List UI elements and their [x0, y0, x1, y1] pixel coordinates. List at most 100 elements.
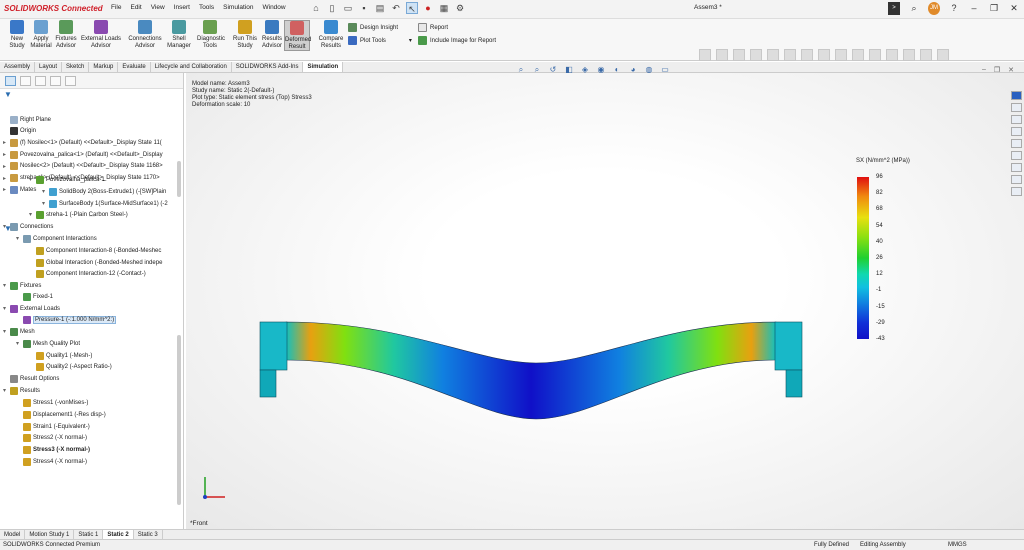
sim-tree-item[interactable]: ▾ Connections — [3, 222, 53, 231]
sim-tree-item[interactable]: ▾ Fixtures — [3, 281, 41, 290]
sim-tree-item[interactable]: Result Options — [3, 374, 59, 383]
expand-arrow-icon[interactable]: ▾ — [3, 282, 8, 289]
plot-tools-button[interactable]: Plot Tools ▾ — [348, 36, 412, 45]
sim-tree-item[interactable]: Global Interaction (-Bonded-Meshed indep… — [29, 258, 162, 267]
menu-edit[interactable]: Edit — [130, 4, 141, 11]
expand-arrow-icon[interactable]: ▾ — [42, 200, 47, 207]
expand-arrow-icon[interactable]: ▾ — [29, 211, 34, 218]
hide-show-icon[interactable]: ◐ — [612, 65, 622, 75]
sim-tree-scrollbar[interactable] — [177, 335, 181, 505]
sim-tree-item[interactable]: Component Interaction-12 (-Contact-) — [29, 269, 146, 278]
filter-icon[interactable]: ▼ — [0, 89, 183, 99]
sim-tree-item[interactable]: Stress2 (-X normal-) — [16, 433, 87, 442]
tab-evaluate[interactable]: Evaluate — [118, 62, 151, 72]
expand-arrow-icon[interactable]: ▸ — [3, 186, 8, 193]
ribbon-button-3[interactable]: External Loads Advisor — [80, 20, 122, 49]
file-explorer-icon[interactable] — [1011, 115, 1022, 124]
ribbon-button-6[interactable]: Diagnostic Tools — [197, 20, 225, 49]
close-icon[interactable]: ✕ — [1008, 2, 1020, 15]
feature-tree-item[interactable]: ▸ Nosilec<2> (Default) <<Default>_Display… — [3, 162, 163, 171]
expand-arrow-icon[interactable]: ▸ — [3, 175, 8, 182]
stress-plot-model[interactable] — [256, 315, 816, 425]
ribbon-button-0[interactable]: New Study — [4, 20, 30, 49]
tab-static-3[interactable]: Static 3 — [134, 529, 163, 540]
close-icon[interactable]: ✕ — [1008, 66, 1014, 74]
sim-tree-item[interactable]: ▾ External Loads — [3, 304, 60, 313]
ribbon-button-9[interactable]: Deformed Result — [284, 20, 311, 51]
display-settings-icon[interactable]: ▭ — [660, 65, 670, 75]
feature-tree-item[interactable]: Origin — [3, 127, 36, 136]
feature-tree-item[interactable]: ▸ Povezovalna_palica<1> (Default) <<Defau… — [3, 150, 163, 159]
ribbon-button-4[interactable]: Connections Advisor — [126, 20, 164, 49]
sim-tree-item[interactable]: ▾ Povezovalna_palica-1 — [29, 175, 105, 184]
ribbon-button-5[interactable]: Shell Manager — [166, 20, 192, 49]
view-palette-icon[interactable] — [1011, 127, 1022, 136]
options-icon[interactable]: ⚙ — [454, 2, 466, 14]
design-library-icon[interactable] — [1011, 103, 1022, 112]
terminal-icon[interactable]: > — [888, 2, 900, 15]
expand-arrow-icon[interactable]: ▾ — [3, 328, 8, 335]
zoom-area-icon[interactable]: ⌕ — [532, 65, 542, 75]
sim-tree-item[interactable]: Stress1 (-vonMises-) — [16, 398, 88, 407]
library-icon[interactable] — [1011, 187, 1022, 196]
avatar[interactable]: JM — [928, 2, 940, 15]
zoom-to-fit-icon[interactable]: ⌕ — [516, 65, 526, 75]
sim-tree-item[interactable]: Displacement1 (-Res disp-) — [16, 410, 106, 419]
tab-addins[interactable]: SOLIDWORKS Add-Ins — [232, 62, 304, 72]
menu-tools[interactable]: Tools — [199, 4, 214, 11]
tab-simulation[interactable]: Simulation — [303, 62, 344, 72]
custom-properties-icon[interactable] — [1011, 151, 1022, 160]
help-icon[interactable]: ? — [948, 2, 960, 15]
sim-tree-item[interactable]: Fixed-1 — [16, 292, 53, 301]
dimxpert-tab-icon[interactable] — [50, 76, 61, 86]
feature-tree-item[interactable]: ▸ Mates — [3, 185, 36, 194]
minimize-icon[interactable]: – — [982, 66, 986, 74]
rebuild-icon[interactable]: ▦ — [438, 2, 450, 14]
appearances-icon[interactable] — [1011, 139, 1022, 148]
sim-tree-item[interactable]: Quality1 (-Mesh-) — [29, 351, 92, 360]
sim-tree-item[interactable]: ▾ Mesh — [3, 327, 35, 336]
menu-file[interactable]: File — [111, 4, 121, 11]
sim-tree-item[interactable]: ▾ Component Interactions — [16, 234, 97, 243]
feature-manager-tab-icon[interactable] — [5, 76, 16, 86]
sim-tree-item[interactable]: Component Interaction-8 (-Bonded-Meshec — [29, 246, 161, 255]
restore-icon[interactable]: ❐ — [994, 66, 1000, 74]
ribbon-button-10[interactable]: Compare Results — [318, 20, 344, 49]
ribbon-button-8[interactable]: Results Advisor — [259, 20, 285, 49]
expand-arrow-icon[interactable]: ▾ — [3, 387, 8, 394]
sim-tree-item[interactable]: ▾ SurfaceBody 1(Surface-MidSurface1) (-2 — [42, 199, 168, 208]
traffic-light-icon[interactable]: ● — [422, 2, 434, 14]
previous-view-icon[interactable]: ↺ — [548, 65, 558, 75]
display-manager-tab-icon[interactable] — [65, 76, 76, 86]
tab-lifecycle[interactable]: Lifecycle and Collaboration — [151, 62, 232, 72]
feature-tree-item[interactable]: ▸ (f) Nosilec<1> (Default) <<Default>_Dis… — [3, 138, 162, 147]
open-icon[interactable]: ▭ — [342, 2, 354, 14]
section-view-icon[interactable]: ◧ — [564, 65, 574, 75]
menu-window[interactable]: Window — [262, 4, 285, 11]
forum-icon[interactable] — [1011, 163, 1022, 172]
save-icon[interactable]: ▪ — [358, 2, 370, 14]
home-icon[interactable]: ⌂ — [310, 2, 322, 14]
tab-static-2[interactable]: Static 2 — [103, 529, 134, 540]
tab-static-1[interactable]: Static 1 — [74, 529, 104, 540]
sim-tree-item[interactable]: ▾ SolidBody 2(Boss-Extrude1) (-[SW]Plain — [42, 187, 166, 196]
expand-arrow-icon[interactable]: ▾ — [16, 235, 21, 242]
display-style-icon[interactable]: ◉ — [596, 65, 606, 75]
include-image-button[interactable]: Include Image for Report — [418, 36, 496, 45]
restore-icon[interactable]: ❐ — [988, 2, 1000, 15]
sim-tree-item[interactable]: Stress3 (-X normal-) — [16, 445, 90, 454]
tab-motion-study-1[interactable]: Motion Study 1 — [25, 529, 75, 540]
status-units[interactable]: MMGS — [948, 542, 967, 548]
menu-view[interactable]: View — [151, 4, 165, 11]
sim-tree-item[interactable]: Strain1 (-Equivalent-) — [16, 422, 90, 431]
expand-arrow-icon[interactable]: ▾ — [3, 305, 8, 312]
sim-tree-item[interactable]: ▾ Mesh Quality Plot — [16, 339, 80, 348]
tab-model[interactable]: Model — [0, 529, 26, 540]
sim-tree-item[interactable]: Pressure-1 (-:1.000 N/mm^2:) — [16, 315, 117, 324]
undo-icon[interactable]: ↶ — [390, 2, 402, 14]
report-button[interactable]: Report — [418, 23, 448, 32]
expand-arrow-icon[interactable]: ▾ — [42, 188, 47, 195]
select-icon[interactable]: ↖ — [406, 2, 418, 14]
simulation-icon[interactable] — [1011, 175, 1022, 184]
menu-simulation[interactable]: Simulation — [223, 4, 253, 11]
